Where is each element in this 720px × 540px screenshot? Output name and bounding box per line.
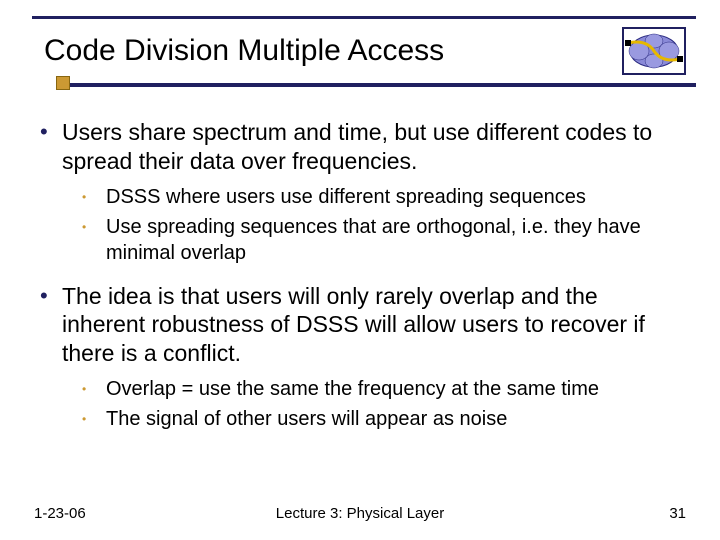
bullet-level1: The idea is that users will only rarely … xyxy=(34,282,686,368)
title-row: Code Division Multiple Access xyxy=(14,27,706,75)
network-logo-icon xyxy=(622,27,686,75)
top-rule xyxy=(32,16,696,19)
bottom-rule xyxy=(66,83,696,87)
footer-page: 31 xyxy=(669,505,686,522)
slide-title: Code Division Multiple Access xyxy=(44,34,444,68)
footer-date: 1-23-06 xyxy=(34,505,86,522)
slide-footer: 1-23-06 Lecture 3: Physical Layer 31 xyxy=(34,505,686,522)
accent-box-icon xyxy=(56,76,70,90)
bullet-level2: The signal of other users will appear as… xyxy=(80,406,686,432)
slide-content: Users share spectrum and time, but use d… xyxy=(34,118,686,436)
bottom-rule-wrap xyxy=(24,83,696,87)
bullet-level1: Users share spectrum and time, but use d… xyxy=(34,118,686,176)
title-bar: Code Division Multiple Access xyxy=(14,16,706,87)
footer-lecture: Lecture 3: Physical Layer xyxy=(276,505,444,522)
bullet-level2: Overlap = use the same the frequency at … xyxy=(80,376,686,402)
bullet-level2: DSSS where users use different spreading… xyxy=(80,184,686,210)
bullet-level2: Use spreading sequences that are orthogo… xyxy=(80,214,686,266)
